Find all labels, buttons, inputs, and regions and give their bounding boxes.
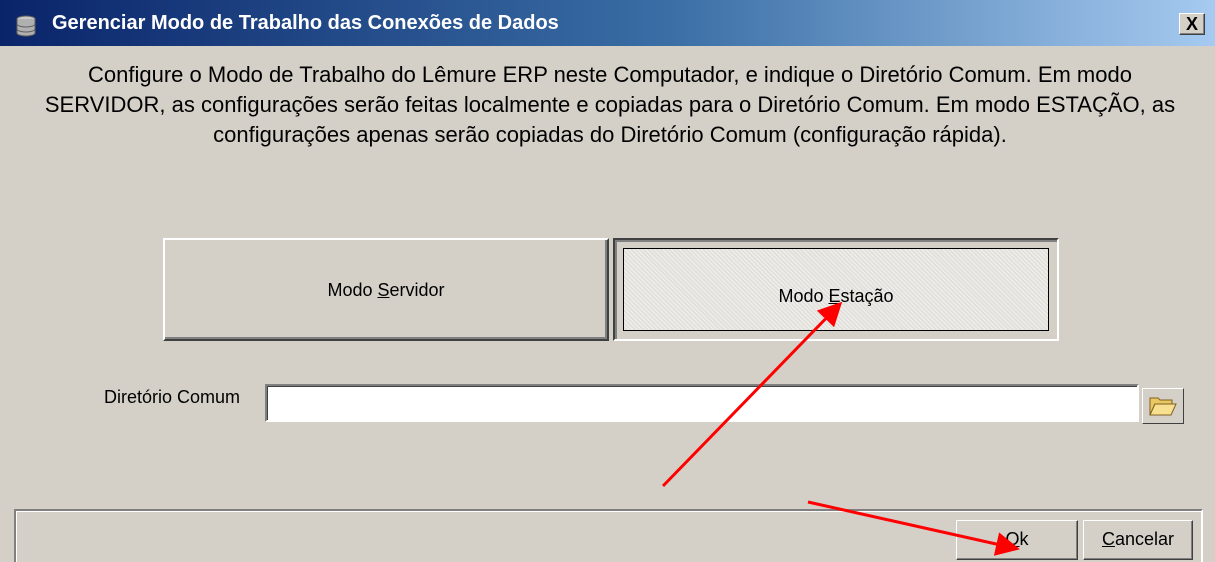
diretorio-comum-label: Diretório Comum	[104, 387, 241, 407]
close-icon: X	[1185, 14, 1198, 34]
title-bar: Gerenciar Modo de Trabalho das Conexões …	[0, 0, 1215, 46]
modo-estacao-label: Modo Estação	[778, 286, 894, 306]
close-button[interactable]: X	[1179, 13, 1205, 35]
window-title: Gerenciar Modo de Trabalho das Conexões …	[52, 12, 559, 34]
description-text: Configure o Modo de Trabalho do Lêmure E…	[44, 62, 1176, 147]
modo-estacao-button[interactable]: Modo Estação	[613, 238, 1059, 341]
ok-button[interactable]: Ok	[956, 520, 1078, 560]
modo-servidor-label: Modo Servidor	[327, 280, 445, 300]
browse-folder-button[interactable]	[1142, 388, 1184, 424]
diretorio-comum-input[interactable]	[265, 384, 1139, 422]
cancel-button[interactable]: Cancelar	[1083, 520, 1193, 560]
modo-servidor-button[interactable]: Modo Servidor	[163, 238, 609, 341]
database-icon	[14, 14, 38, 38]
folder-open-icon	[1149, 397, 1177, 416]
